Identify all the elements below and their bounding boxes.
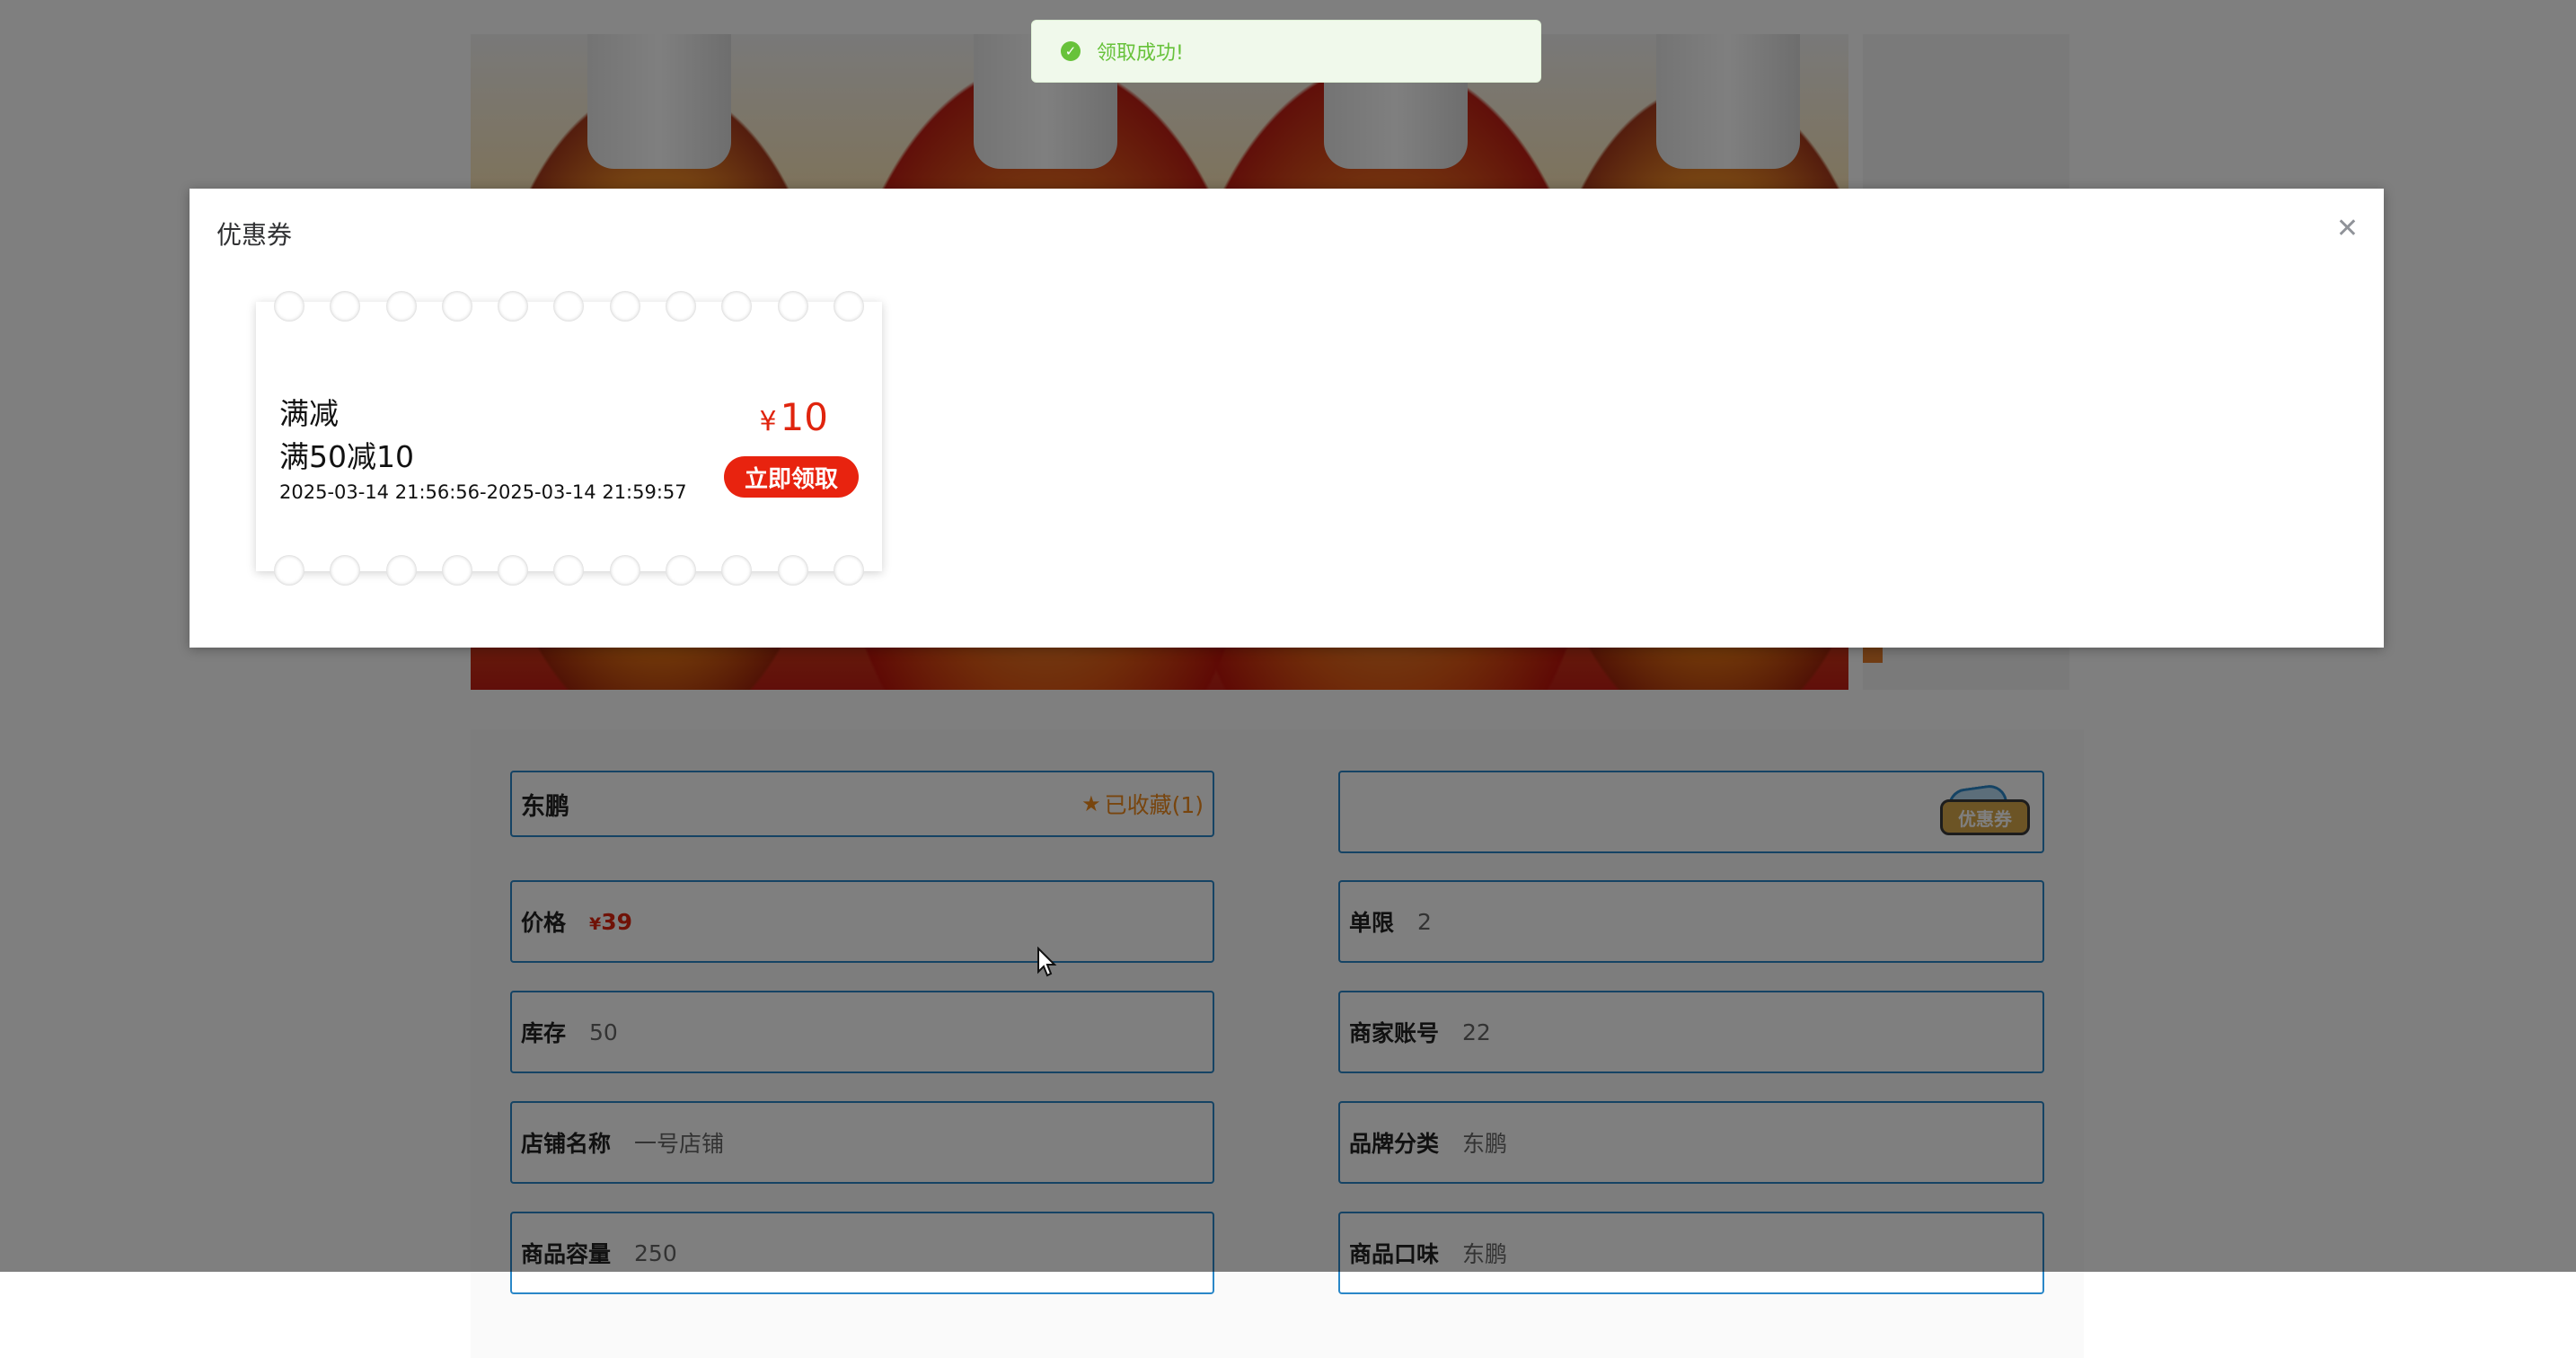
coupon-validity: 2025-03-14 21:56:56-2025-03-14 21:59:57	[279, 481, 687, 503]
success-toast: ✓ 领取成功!	[1031, 20, 1541, 83]
coupon-edge-top	[274, 291, 864, 322]
close-icon[interactable]: ✕	[2336, 216, 2359, 242]
claim-coupon-button[interactable]: 立即领取	[724, 456, 859, 498]
coupon-dialog: 优惠券 ✕ 满减 满50减10 2025-03-14 21:56:56-2025…	[190, 189, 2384, 648]
toast-message: 领取成功!	[1097, 42, 1184, 65]
coupon-description: 满50减10	[279, 439, 414, 474]
coupon-edge-bottom	[274, 555, 864, 586]
success-check-icon: ✓	[1061, 41, 1081, 61]
coupon-card: 满减 满50减10 2025-03-14 21:56:56-2025-03-14…	[256, 291, 882, 586]
dialog-title: 优惠券	[216, 220, 293, 250]
coupon-type: 满减	[279, 396, 339, 431]
coupon-amount: ¥10	[759, 395, 828, 439]
